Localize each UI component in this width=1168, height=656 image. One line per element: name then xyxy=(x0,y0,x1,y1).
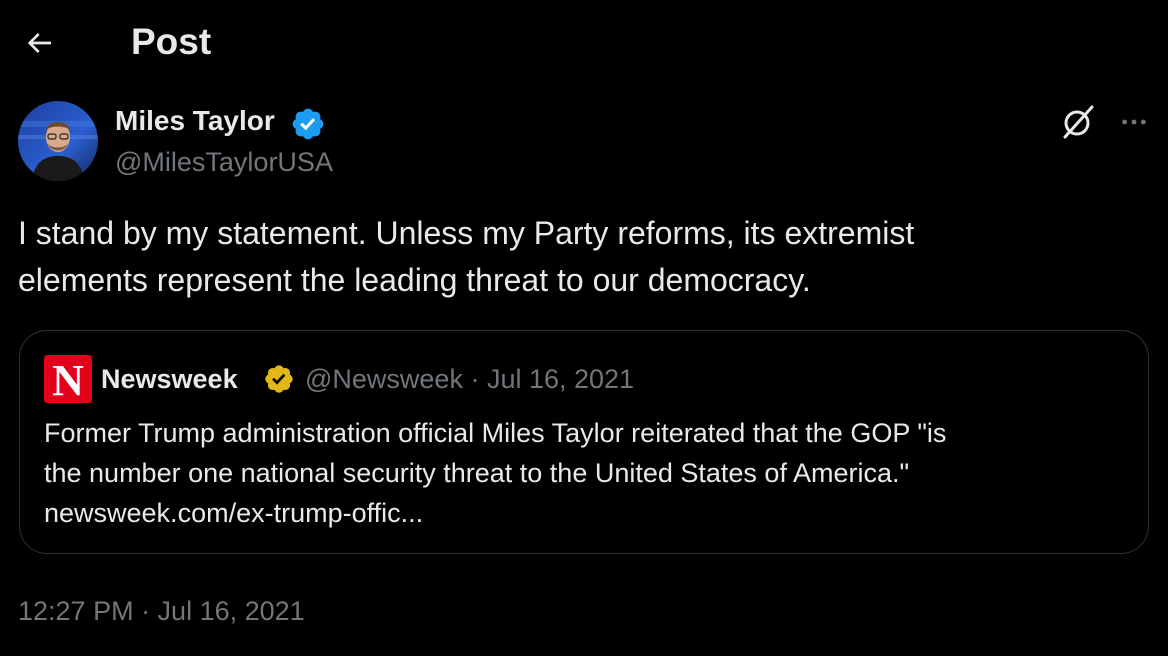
svg-text:N: N xyxy=(52,357,84,401)
author-handle[interactable]: @MilesTaylorUSA xyxy=(115,145,333,179)
newsweek-n-icon: N xyxy=(52,357,84,401)
post-text: I stand by my statement. Unless my Party… xyxy=(18,215,915,298)
page-title: Post xyxy=(131,21,212,62)
author-name[interactable]: Miles Taylor xyxy=(115,104,275,138)
post-timestamp[interactable]: 12:27 PM · Jul 16, 2021 xyxy=(18,594,305,628)
more-dots-icon xyxy=(1122,119,1146,125)
grok-button[interactable] xyxy=(1056,100,1100,144)
quoted-handle-date: @Newsweek · Jul 16, 2021 xyxy=(305,364,635,394)
header: Post xyxy=(0,0,1168,88)
avatar-image xyxy=(18,101,98,181)
arrow-left-icon xyxy=(27,33,51,53)
more-button[interactable] xyxy=(1112,100,1156,144)
verified-badge-icon xyxy=(292,108,324,140)
back-button[interactable] xyxy=(18,22,60,64)
quoted-text: Former Trump administration official Mil… xyxy=(44,418,947,528)
grok-icon xyxy=(1063,105,1094,139)
quoted-author-name: Newsweek xyxy=(101,364,238,394)
quoted-post[interactable]: N Newsweek @Newsweek · Jul 16, 2021 Form… xyxy=(19,330,1149,554)
newsweek-logo: N xyxy=(44,355,92,403)
post-page: Post Miles Taylor @MilesTaylorUSA I stan… xyxy=(0,0,1168,656)
verified-gold-badge-icon xyxy=(265,365,293,393)
avatar[interactable] xyxy=(18,101,98,181)
